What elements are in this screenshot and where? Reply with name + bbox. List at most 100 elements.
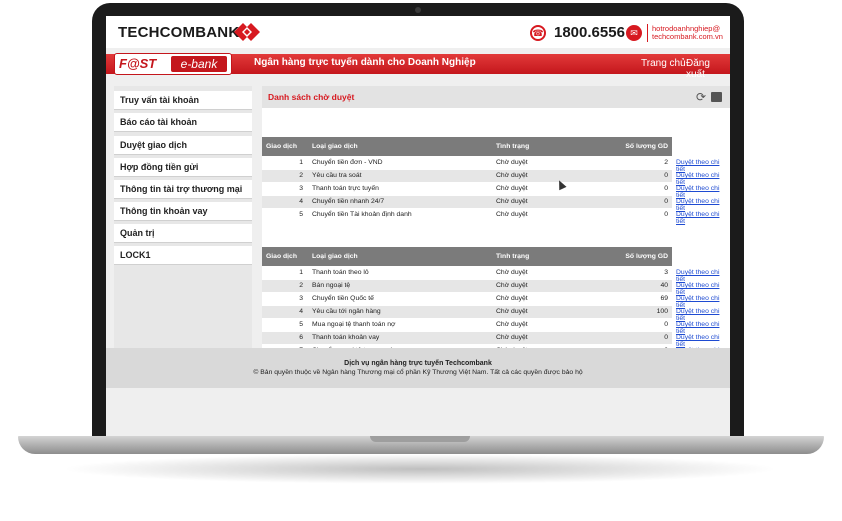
table-row: 2 Bán ngoại tệ Chờ duyệt 40 <box>262 278 672 292</box>
row-number: 2 <box>262 168 308 182</box>
row-status: Chờ duyệt <box>492 265 612 279</box>
print-icon[interactable] <box>711 92 722 102</box>
approve-detail-link[interactable]: Duyệt theo chi tiết <box>676 308 730 322</box>
row-number: 2 <box>262 278 308 292</box>
brand-logo-icon <box>234 23 260 41</box>
sidebar-item-account-inquiry[interactable]: Truy vấn tài khoản <box>114 91 252 110</box>
table-row: 4 Yêu cầu tới ngân hàng Chờ duyệt 100 <box>262 304 672 318</box>
row-number: 5 <box>262 317 308 331</box>
row-count: 0 <box>612 330 672 344</box>
row-status: Chờ duyệt <box>492 330 612 344</box>
row-number: 1 <box>262 265 308 279</box>
col-header-transaction: Giao dịch <box>262 137 308 156</box>
table-row: 1 Chuyển tiền đơn - VND Chờ duyệt 2 <box>262 155 672 169</box>
row-transaction-type: Yêu cầu tới ngân hàng <box>308 304 492 318</box>
approve-detail-link[interactable]: Duyệt theo chi tiết <box>676 185 730 199</box>
row-count: 0 <box>612 317 672 331</box>
row-count: 3 <box>612 265 672 279</box>
fast-logo-right: e-bank <box>171 56 227 72</box>
col-header-transaction: Giao dịch <box>262 247 308 266</box>
table-header-row: Giao dịch Loại giao dịch Tình trạng Số l… <box>262 137 672 156</box>
row-status: Chờ duyệt <box>492 278 612 292</box>
sidebar-item-deposit-contracts[interactable]: Hợp đồng tiền gửi <box>114 158 252 177</box>
row-count: 0 <box>612 194 672 208</box>
table-row: 2 Yêu cầu tra soát Chờ duyệt 0 <box>262 168 672 182</box>
pending-table-foreign: Giao dịch Loại giao dịch Tình trạng Số l… <box>262 247 672 357</box>
approve-detail-link[interactable]: Duyệt theo chi tiết <box>676 159 730 173</box>
approve-detail-link[interactable]: Duyệt theo chi tiết <box>676 172 730 186</box>
row-number: 4 <box>262 194 308 208</box>
laptop-frame: TECHCOMBANK ☎ 1800.6556 ✉ hotrodoanhnghi… <box>0 0 842 521</box>
footer: Dịch vụ ngân hàng trực tuyến Techcombank… <box>106 348 730 388</box>
mail-icon: ✉ <box>626 25 642 41</box>
fast-ebank-logo[interactable]: F@ST e-bank <box>114 53 232 75</box>
row-transaction-type: Yêu cầu tra soát <box>308 168 492 182</box>
phone-icon: ☎ <box>530 25 546 41</box>
pending-table-domestic: Giao dịch Loại giao dịch Tình trạng Số l… <box>262 137 672 221</box>
row-transaction-type: Chuyển tiền đơn - VND <box>308 155 492 169</box>
table-row: 5 Chuyển tiền Tài khoản định danh Chờ duyệ… <box>262 207 672 221</box>
fast-logo-left: F@ST <box>119 56 157 71</box>
sidebar-item-admin[interactable]: Quản trị <box>114 224 252 243</box>
row-status: Chờ duyệt <box>492 194 612 208</box>
row-count: 100 <box>612 304 672 318</box>
slogan: Ngân hàng trực tuyến dành cho Doanh Nghi… <box>254 57 476 68</box>
sidebar-item-lock1[interactable]: LOCK1 <box>114 246 252 265</box>
approve-detail-link[interactable]: Duyệt theo chi tiết <box>676 295 730 309</box>
approve-detail-link[interactable]: Duyệt theo chi tiết <box>676 321 730 335</box>
sidebar-item-loan-info[interactable]: Thông tin khoản vay <box>114 202 252 221</box>
row-number: 6 <box>262 330 308 344</box>
row-count: 0 <box>612 168 672 182</box>
sidebar-item-approve-transactions[interactable]: Duyệt giao dịch <box>114 136 252 155</box>
nav-home-link[interactable]: Trang chủ <box>641 58 686 69</box>
row-number: 1 <box>262 155 308 169</box>
support-email-line2: techcombank.com.vn <box>652 32 723 41</box>
row-count: 0 <box>612 181 672 195</box>
page-title: Danh sách chờ duyệt <box>268 92 355 102</box>
col-header-count: Số lượng GD <box>612 137 672 156</box>
row-number: 4 <box>262 304 308 318</box>
approve-detail-link[interactable]: Duyệt theo chi tiết <box>676 282 730 296</box>
row-transaction-type: Thanh toán trực tuyến <box>308 181 492 195</box>
row-transaction-type: Chuyển tiền Quốc tế <box>308 291 492 305</box>
screen: TECHCOMBANK ☎ 1800.6556 ✉ hotrodoanhnghi… <box>106 16 730 440</box>
row-count: 0 <box>612 207 672 221</box>
row-transaction-type: Bán ngoại tệ <box>308 278 492 292</box>
row-status: Chờ duyệt <box>492 304 612 318</box>
row-status: Chờ duyệt <box>492 291 612 305</box>
row-status: Chờ duyệt <box>492 168 612 182</box>
row-transaction-type: Thanh toán khoản vay <box>308 330 492 344</box>
row-count: 69 <box>612 291 672 305</box>
laptop-shadow <box>60 454 780 484</box>
col-header-count: Số lượng GD <box>612 247 672 266</box>
col-header-type: Loại giao dịch <box>308 247 492 266</box>
row-status: Chờ duyệt <box>492 207 612 221</box>
row-status: Chờ duyệt <box>492 155 612 169</box>
nav-logout-link[interactable]: Đăng xuất <box>686 58 730 80</box>
sidebar-item-account-report[interactable]: Báo cáo tài khoản <box>114 113 252 132</box>
row-transaction-type: Chuyển tiền Tài khoản định danh <box>308 207 492 221</box>
support-email[interactable]: hotrodoanhnghiep@ techcombank.com.vn <box>652 25 723 41</box>
refresh-icon[interactable]: ⟳ <box>696 91 706 103</box>
sidebar-item-trade-finance[interactable]: Thông tin tài trợ thương mại <box>114 180 252 199</box>
hotline-number: 1800.6556 <box>554 24 625 41</box>
row-number: 5 <box>262 207 308 221</box>
divider <box>647 24 648 42</box>
table-row: 1 Thanh toán theo lô Chờ duyệt 3 <box>262 265 672 279</box>
top-header: TECHCOMBANK ☎ 1800.6556 ✉ hotrodoanhnghi… <box>106 16 730 48</box>
approve-detail-link[interactable]: Duyệt theo chi tiết <box>676 211 730 225</box>
approve-detail-link[interactable]: Duyệt theo chi tiết <box>676 198 730 212</box>
table-row: 5 Mua ngoại tệ thanh toán nợ Chờ duyệt 0 <box>262 317 672 331</box>
laptop-notch <box>370 436 470 442</box>
row-transaction-type: Chuyển tiền nhanh 24/7 <box>308 194 492 208</box>
content-header: Danh sách chờ duyệt ⟳ <box>262 86 730 108</box>
approve-detail-link[interactable]: Duyệt theo chi tiết <box>676 269 730 283</box>
sidebar-menu: Truy vấn tài khoản Báo cáo tài khoản Duy… <box>114 86 252 348</box>
row-number: 3 <box>262 291 308 305</box>
footer-copyright: © Bản quyền thuộc về Ngân hàng Thương mạ… <box>253 369 583 376</box>
brand-logo-text[interactable]: TECHCOMBANK <box>118 24 239 41</box>
table-header-row: Giao dịch Loại giao dịch Tình trạng Số l… <box>262 247 672 266</box>
approve-detail-link[interactable]: Duyệt theo chi tiết <box>676 334 730 348</box>
table-row: 3 Chuyển tiền Quốc tế Chờ duyệt 69 <box>262 291 672 305</box>
row-transaction-type: Thanh toán theo lô <box>308 265 492 279</box>
